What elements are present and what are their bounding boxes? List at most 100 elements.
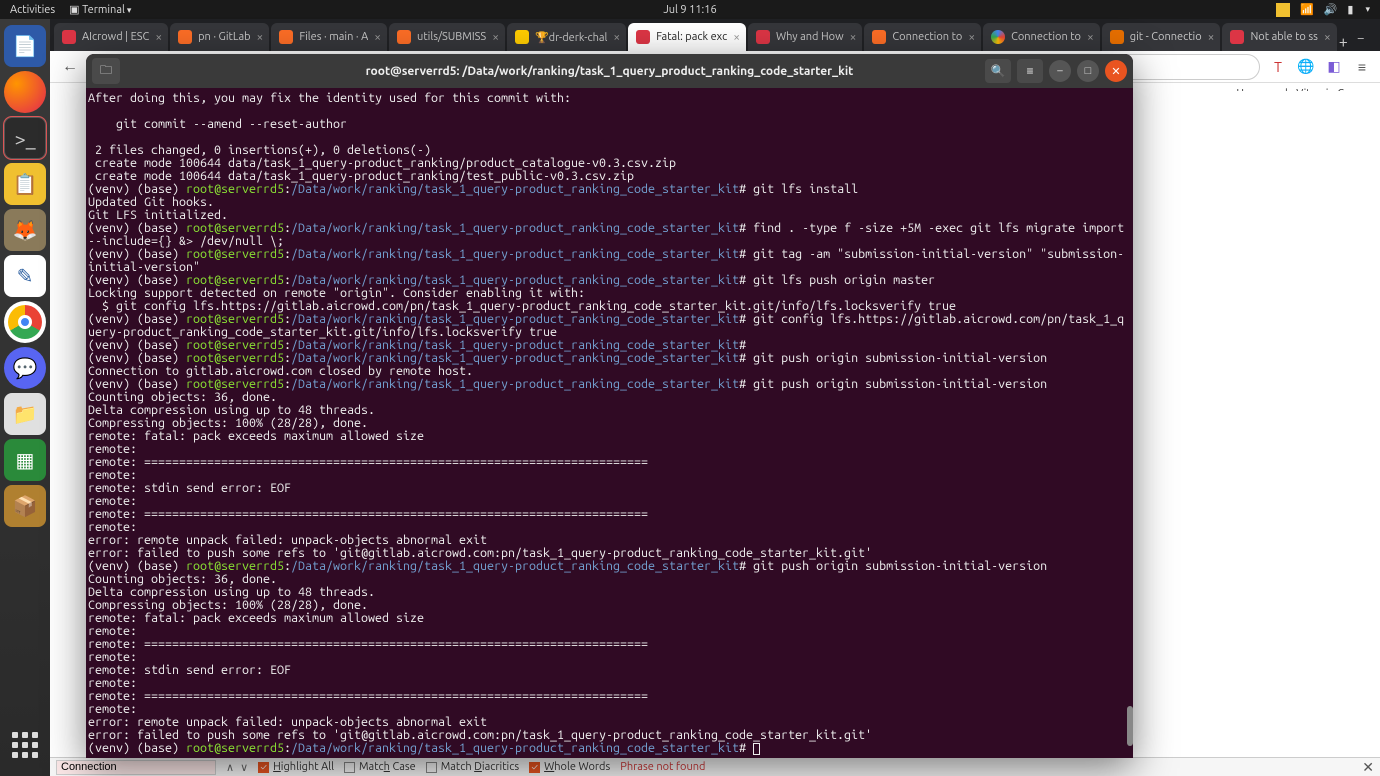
terminal-line: remote: ================================…: [88, 690, 1131, 703]
top-menubar: Activities ▣ Terminal▾ Jul 9 11:16 📶 🔊 ▮…: [0, 0, 1380, 19]
network-icon[interactable]: 📶: [1300, 3, 1314, 16]
browser-tab[interactable]: Connection to×: [983, 23, 1100, 51]
tab-close-icon[interactable]: ×: [613, 31, 620, 44]
tab-label: AIcrowd | ESC: [82, 31, 149, 43]
dock-gimp[interactable]: 🦊: [4, 209, 46, 251]
find-status: Phrase not found: [620, 761, 705, 773]
favicon-icon: [872, 30, 886, 44]
tab-close-icon[interactable]: ×: [257, 31, 264, 44]
clock[interactable]: Jul 9 11:16: [663, 4, 716, 16]
find-whole-words[interactable]: ✓Whole Words: [529, 761, 610, 773]
find-bar: ∧ ∨ ✓Highlight All Match Case Match Diacr…: [50, 757, 1380, 776]
tab-label: git - Connectio: [1130, 31, 1202, 43]
dock-software[interactable]: 📦: [4, 485, 46, 527]
terminal-search-button[interactable]: 🔍: [985, 59, 1011, 83]
dock-firefox[interactable]: [4, 71, 46, 113]
reader-icon[interactable]: T: [1268, 57, 1288, 77]
find-input[interactable]: [56, 760, 216, 775]
tab-label: Not able to ss: [1250, 31, 1318, 43]
dock: 📄 >_ 📋 🦊 ✎ 💬 📁 ▦ 📦: [0, 19, 50, 776]
menu-button[interactable]: ≡: [1352, 57, 1372, 77]
back-button[interactable]: ←: [58, 55, 82, 79]
browser-tab[interactable]: Not able to ss ×: [1222, 23, 1336, 51]
find-close[interactable]: ✕: [1362, 759, 1374, 776]
terminal-line: remote: fatal: pack exceeds maximum allo…: [88, 430, 1131, 443]
dock-discord[interactable]: 💬: [4, 347, 46, 389]
dock-chrome[interactable]: [4, 301, 46, 343]
new-tab-button[interactable]: +: [1339, 33, 1348, 51]
terminal-line: (venv) (base) root@serverrd5:/Data/work/…: [88, 183, 1131, 196]
favicon-icon: [756, 30, 770, 44]
translate-icon[interactable]: 🌐: [1296, 57, 1316, 77]
tab-label: Connection to: [892, 31, 962, 43]
favicon-icon: [397, 30, 411, 44]
find-prev[interactable]: ∧: [226, 761, 234, 774]
terminal-history-button[interactable]: 🗀: [92, 58, 120, 84]
terminal-line: remote: ================================…: [88, 508, 1131, 521]
terminal-close-button[interactable]: ✕: [1105, 60, 1127, 82]
terminal-minimize-button[interactable]: –: [1049, 60, 1071, 82]
tab-close-icon[interactable]: ×: [374, 31, 381, 44]
tab-close-icon[interactable]: ×: [733, 31, 740, 44]
app-menu[interactable]: ▣ Terminal▾: [69, 3, 131, 16]
extension-icon[interactable]: ◧: [1324, 57, 1344, 77]
dock-notes[interactable]: 📋: [4, 163, 46, 205]
terminal-menu-button[interactable]: ≡: [1017, 59, 1043, 83]
browser-tab[interactable]: Why and How×: [748, 23, 862, 51]
dock-files[interactable]: 📁: [4, 393, 46, 435]
find-match-diacritics[interactable]: Match Diacritics: [426, 761, 519, 773]
favicon-icon: [991, 30, 1005, 44]
terminal-line: (venv) (base) root@serverrd5:/Data/work/…: [88, 222, 1131, 248]
dock-terminal[interactable]: >_: [4, 117, 46, 159]
dock-calc[interactable]: ▦: [4, 439, 46, 481]
tab-label: 🏆dr-derk-chal: [535, 31, 607, 44]
browser-tab[interactable]: Fatal: pack exc ×: [628, 23, 746, 51]
browser-tab[interactable]: git - Connectio ×: [1102, 23, 1221, 51]
terminal-line: git commit --amend --reset-author: [88, 118, 1131, 131]
tabstrip: AIcrowd | ESC×pn · GitLab×Files · main ·…: [50, 19, 1380, 51]
browser-tab[interactable]: AIcrowd | ESC ×: [54, 23, 168, 51]
dock-show-apps[interactable]: [4, 724, 46, 766]
terminal-scrollbar[interactable]: [1127, 88, 1133, 758]
terminal-titlebar[interactable]: 🗀 root@serverrd5: /Data/work/ranking/tas…: [86, 54, 1133, 88]
browser-minimize[interactable]: –: [1348, 25, 1374, 51]
power-menu[interactable]: ▾: [1365, 4, 1370, 15]
favicon-icon: [178, 30, 192, 44]
browser-tab[interactable]: 🏆dr-derk-chal ×: [507, 23, 626, 51]
find-next[interactable]: ∨: [240, 761, 248, 774]
dock-texteditor[interactable]: ✎: [4, 255, 46, 297]
browser-tab[interactable]: Connection to ×: [864, 23, 981, 51]
terminal-line: remote: stdin send error: EOF: [88, 482, 1131, 495]
favicon-icon: [279, 30, 293, 44]
favicon-icon: [636, 30, 650, 44]
tab-close-icon[interactable]: ×: [155, 31, 162, 44]
browser-tab[interactable]: Files · main · A×: [271, 23, 387, 51]
browser-tab[interactable]: pn · GitLab×: [170, 23, 269, 51]
terminal-line: After doing this, you may fix the identi…: [88, 92, 1131, 105]
tab-close-icon[interactable]: ×: [968, 31, 975, 44]
browser-tab[interactable]: utils/SUBMISS ×: [389, 23, 505, 51]
note-icon[interactable]: [1276, 3, 1290, 17]
tab-close-icon[interactable]: ×: [492, 31, 499, 44]
tab-close-icon[interactable]: ×: [850, 31, 857, 44]
favicon-icon: [1110, 30, 1124, 44]
terminal-maximize-button[interactable]: □: [1077, 60, 1099, 82]
tab-close-icon[interactable]: ×: [1324, 31, 1331, 44]
activities-button[interactable]: Activities: [10, 4, 55, 16]
volume-icon[interactable]: 🔊: [1324, 3, 1338, 16]
tab-label: utils/SUBMISS: [417, 31, 486, 43]
dock-writer[interactable]: 📄: [4, 25, 46, 67]
find-highlight-all[interactable]: ✓Highlight All: [258, 761, 334, 773]
terminal-line: remote: ================================…: [88, 638, 1131, 651]
terminal-line: remote: ================================…: [88, 456, 1131, 469]
terminal-title: root@serverrd5: /Data/work/ranking/task_…: [366, 65, 854, 78]
browser-maximize[interactable]: □: [1376, 25, 1380, 51]
tab-close-icon[interactable]: ×: [1208, 31, 1215, 44]
tab-close-icon[interactable]: ×: [1087, 31, 1094, 44]
terminal-body[interactable]: After doing this, you may fix the identi…: [86, 88, 1133, 758]
terminal-line: remote: stdin send error: EOF: [88, 664, 1131, 677]
find-match-case[interactable]: Match Case: [344, 761, 416, 773]
battery-icon[interactable]: ▮: [1347, 3, 1353, 16]
tab-label: Fatal: pack exc: [656, 31, 727, 43]
terminal-window: 🗀 root@serverrd5: /Data/work/ranking/tas…: [86, 54, 1133, 758]
